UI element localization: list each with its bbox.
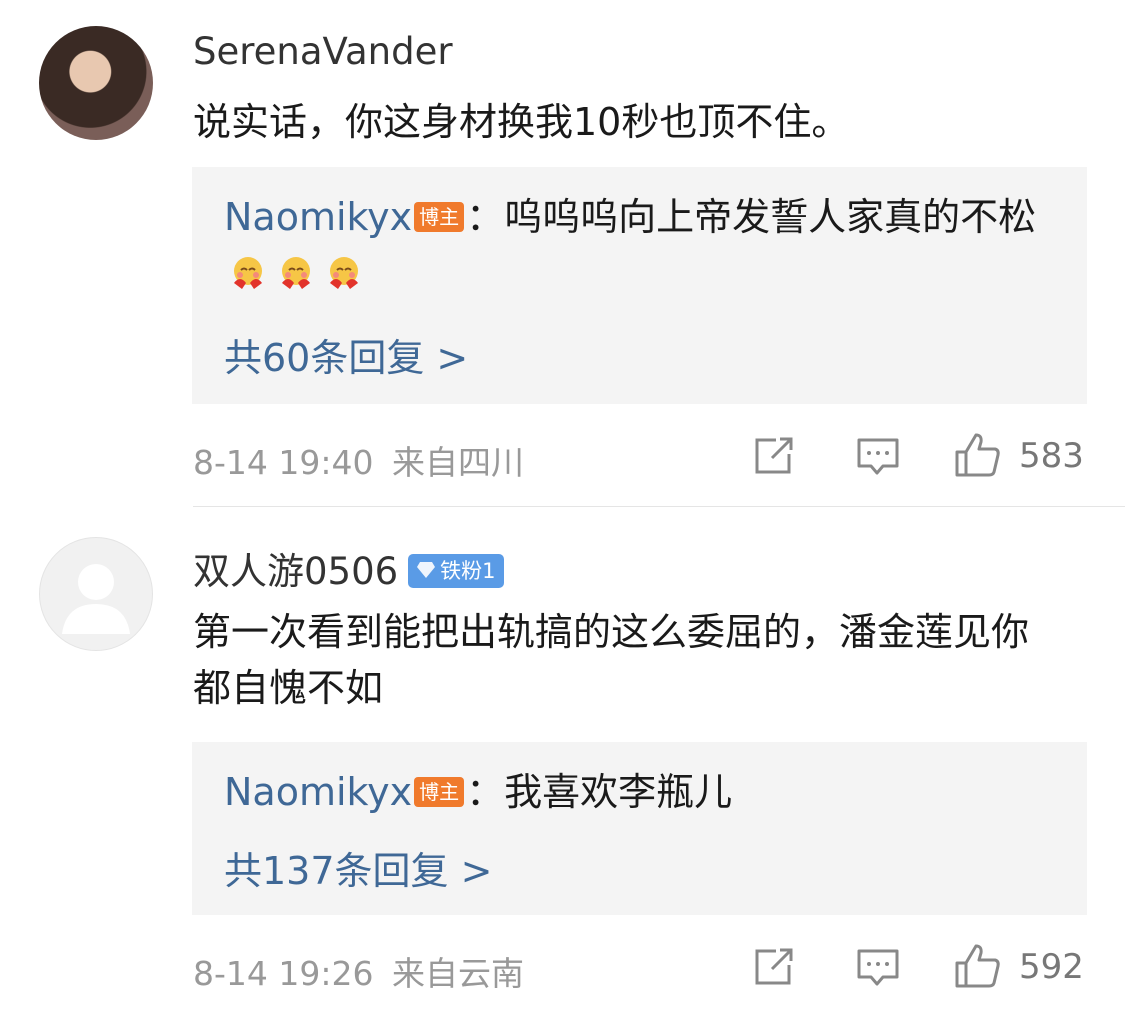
share-icon[interactable] [752,947,796,987]
comment-item: SerenaVander 说实话，你这身材换我10秒也顶不住。 Naomikyx… [0,0,1125,505]
reply-box[interactable]: Naomikyx 博主 ：呜呜呜向上帝发誓人家真的不松 共60条回复 > [192,167,1087,404]
comment-text: 说实话，你这身材换我10秒也顶不住。 [193,100,850,144]
comment-date: 8-14 19:40 [193,443,374,482]
comment-location: 来自四川 [392,443,524,482]
username[interactable]: 双人游0506 铁粉1 [193,541,504,595]
comment-icon[interactable] [856,436,900,476]
comment-location: 来自云南 [392,954,524,993]
avatar[interactable] [39,26,153,140]
view-replies-link[interactable]: 共60条回复 > [224,327,468,382]
owner-badge: 博主 [414,201,465,232]
reply-line: Naomikyx 博主 ：呜呜呜向上帝发誓人家真的不松 [224,189,1054,301]
like-icon[interactable] [954,432,1002,478]
comment-meta: 8-14 19:40 来自四川 [193,436,524,484]
view-replies-link[interactable]: 共137条回复 > [224,840,492,895]
hug-emoji-icon [330,256,358,289]
diamond-icon [417,562,436,578]
reply-box[interactable]: Naomikyx 博主 ：我喜欢李瓶儿 共137条回复 > [192,742,1087,915]
hug-emoji-icon [234,256,262,289]
comment-text: 第一次看到能把出轨搞的这么委屈的，潘金莲见你都自愧不如 [193,610,1030,710]
reply-line: Naomikyx 博主 ：我喜欢李瓶儿 [224,764,1054,820]
like-count: 592 [1019,947,1084,987]
fan-badge-text: 铁粉1 [440,558,496,583]
default-avatar-icon [62,564,130,634]
fan-badge: 铁粉1 [408,553,504,588]
reply-text: ：我喜欢李瓶儿 [466,770,733,814]
like-icon[interactable] [954,943,1002,989]
reply-text: ：呜呜呜向上帝发誓人家真的不松 [466,195,1037,239]
comment-item: 双人游0506 铁粉1 第一次看到能把出轨搞的这么委屈的，潘金莲见你都自愧不如 N… [0,507,1125,1014]
comment-meta: 8-14 19:26 来自云南 [193,947,524,995]
avatar[interactable] [39,537,153,651]
comment-date: 8-14 19:26 [193,954,374,993]
username-text[interactable]: 双人游0506 [193,550,398,593]
hug-emoji-icon [282,256,310,289]
owner-badge: 博主 [414,776,465,807]
share-icon[interactable] [752,436,796,476]
comment-icon[interactable] [856,947,900,987]
reply-username[interactable]: Naomikyx [224,770,412,814]
username[interactable]: SerenaVander [193,30,453,73]
reply-username[interactable]: Naomikyx [224,195,412,239]
like-count: 583 [1019,436,1084,476]
